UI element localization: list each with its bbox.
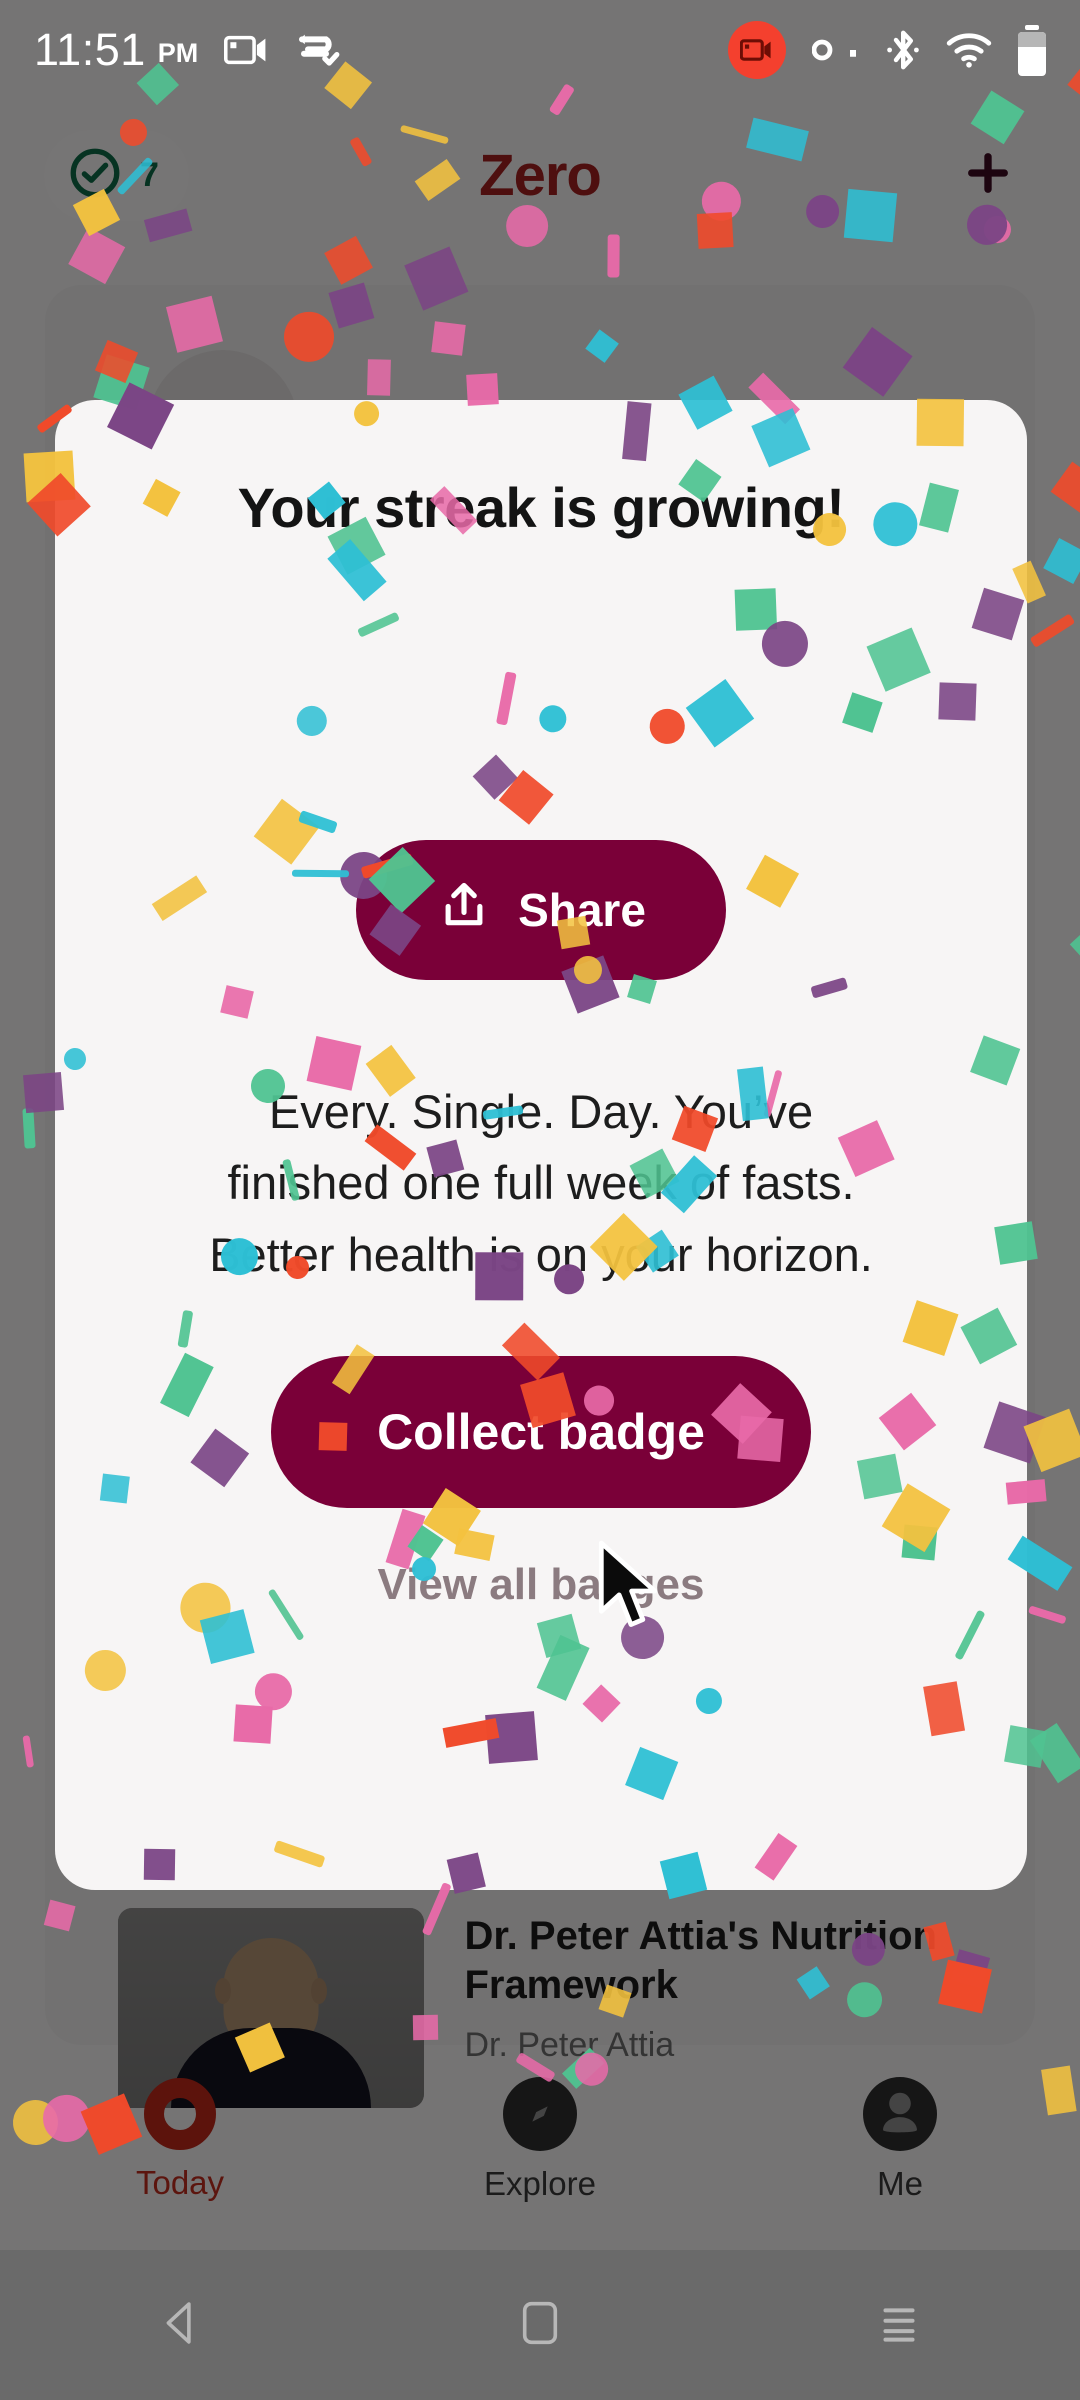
modal-body-line-3: Better health is on your horizon. — [209, 1227, 873, 1281]
video-camera-icon — [224, 33, 270, 67]
mouse-cursor — [598, 1540, 664, 1637]
share-button-label: Share — [518, 884, 646, 936]
streak-modal: Your streak is growing! Share Every. Sin… — [55, 400, 1027, 1890]
vpn-proxy-icon — [296, 31, 340, 69]
system-navigation-bar — [0, 2250, 1080, 2400]
battery-icon — [1018, 24, 1046, 76]
modal-body-text: Every. Single. Day. You’ve finished one … — [146, 1076, 936, 1290]
recents-menu-icon[interactable] — [872, 2296, 926, 2355]
bluetooth-icon — [886, 28, 920, 72]
modal-body-line-2: finished one full week of fasts. — [227, 1156, 855, 1210]
vpn-key-icon — [812, 36, 860, 64]
share-button[interactable]: Share — [356, 840, 726, 980]
modal-title: Your streak is growing! — [237, 476, 845, 539]
screen-recording-icon — [728, 21, 786, 79]
phone-screen: Dr. Peter Attia's Nutrition Framework Dr… — [0, 0, 1080, 2400]
collect-badge-button[interactable]: Collect badge — [271, 1356, 811, 1509]
back-triangle-icon[interactable] — [154, 2296, 208, 2355]
status-ampm: PM — [157, 38, 199, 68]
wifi-icon — [946, 32, 992, 68]
share-upload-icon — [436, 877, 492, 944]
status-time: 11:51 — [34, 24, 146, 75]
home-square-icon[interactable] — [516, 2296, 564, 2355]
modal-body-line-1: Every. Single. Day. You’ve — [268, 1085, 814, 1138]
status-bar: 11:51 PM — [0, 0, 1080, 100]
